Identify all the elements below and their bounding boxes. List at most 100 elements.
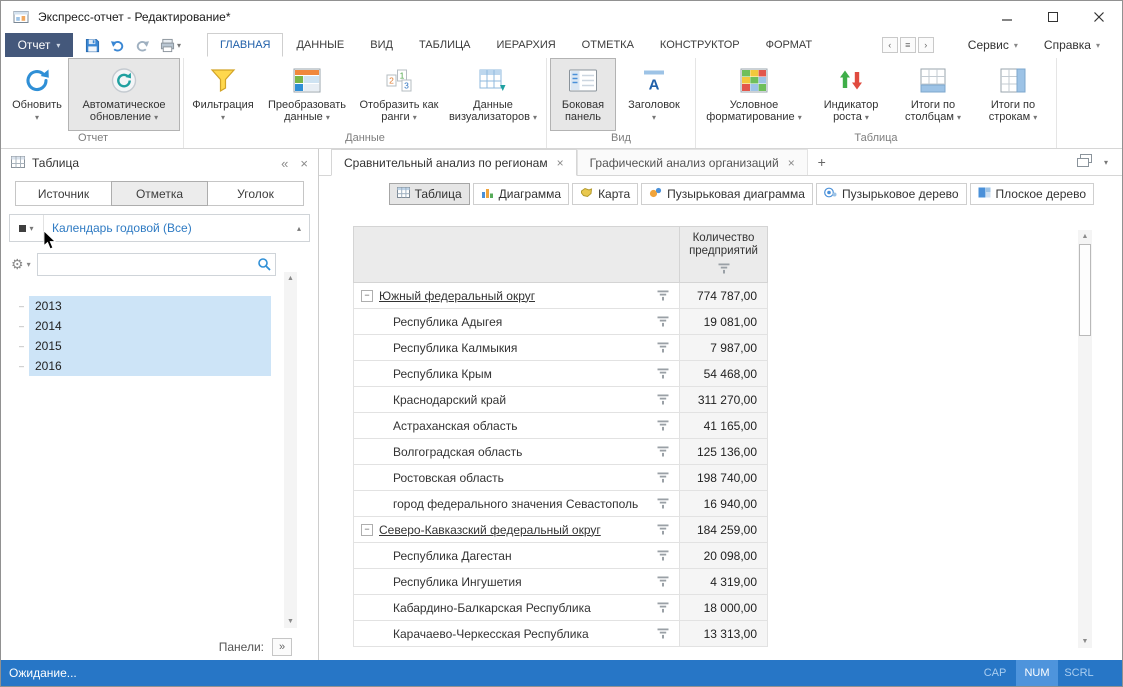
collapse-expander-icon[interactable]: − — [361, 524, 373, 536]
tab-vid[interactable]: ВИД — [357, 33, 406, 57]
list-item-year[interactable]: 2014 — [29, 316, 271, 336]
row-name[interactable]: Республика Калмыкия — [393, 341, 517, 355]
conditional-formatting-button[interactable]: Условное форматирование ▾ — [699, 58, 809, 131]
row-value[interactable]: 16 940,00 — [680, 491, 768, 517]
view-chart-button[interactable]: Диаграмма — [473, 183, 569, 205]
view-bubble-chart-button[interactable]: Пузырьковая диаграмма — [641, 183, 813, 205]
row-totals-button[interactable]: Итоги по строкам ▾ — [973, 58, 1053, 131]
tab-istochnik[interactable]: Источник — [15, 181, 112, 206]
collapse-panel-button[interactable]: « — [281, 157, 288, 170]
close-tab-icon[interactable]: × — [788, 156, 795, 170]
table-corner-cell[interactable] — [354, 227, 680, 283]
document-tab-regions[interactable]: Сравнительный анализ по регионам × — [331, 149, 577, 176]
row-value[interactable]: 4 319,00 — [680, 569, 768, 595]
row-name[interactable]: Краснодарский край — [393, 393, 506, 407]
row-value[interactable]: 54 468,00 — [680, 361, 768, 387]
tab-ierarhiya[interactable]: ИЕРАРХИЯ — [483, 33, 568, 57]
row-name[interactable]: Северо-Кавказский федеральный округ — [379, 523, 601, 537]
service-menu[interactable]: Сервис▾ — [958, 38, 1028, 52]
auto-refresh-button[interactable]: Автоматическое обновление ▾ — [68, 58, 180, 131]
table-row[interactable]: Волгоградская область 125 136,00 — [354, 439, 768, 465]
table-row[interactable]: Краснодарский край 311 270,00 — [354, 387, 768, 413]
row-value[interactable]: 184 259,00 — [680, 517, 768, 543]
row-name[interactable]: Ростовская область — [393, 471, 504, 485]
row-filter-icon[interactable] — [649, 472, 669, 483]
tab-list-dropdown-icon[interactable]: ▾ — [1104, 158, 1108, 167]
scrollbar-track[interactable] — [284, 285, 297, 615]
row-value[interactable]: 125 136,00 — [680, 439, 768, 465]
row-value[interactable]: 774 787,00 — [680, 283, 768, 309]
row-filter-icon[interactable] — [649, 524, 669, 535]
close-tab-icon[interactable]: × — [557, 156, 564, 170]
undo-button[interactable] — [110, 38, 125, 53]
refresh-button[interactable]: Обновить ▾ — [6, 58, 68, 131]
column-filter-icon[interactable] — [718, 263, 730, 277]
tab-otmetka-panel[interactable]: Отметка — [111, 181, 208, 206]
row-name[interactable]: город федерального значения Севастополь — [393, 497, 638, 511]
report-menu-button[interactable]: Отчет▾ — [5, 33, 73, 57]
tab-tablitsa[interactable]: ТАБЛИЦА — [406, 33, 484, 57]
table-row[interactable]: Республика Адыгея 19 081,00 — [354, 309, 768, 335]
row-value[interactable]: 19 081,00 — [680, 309, 768, 335]
sidebar-scrollbar[interactable]: ▲ ▼ — [284, 272, 297, 628]
collapse-expander-icon[interactable]: − — [361, 290, 373, 302]
value-column-header[interactable]: Количество предприятий — [680, 227, 768, 283]
ribbon-scroll-right-button[interactable]: › — [918, 37, 934, 53]
side-panel-button[interactable]: Боковая панель — [550, 58, 616, 131]
row-value[interactable]: 7 987,00 — [680, 335, 768, 361]
save-button[interactable] — [85, 38, 100, 53]
header-title-button[interactable]: A Заголовок ▾ — [616, 58, 692, 131]
row-name[interactable]: Южный федеральный округ — [379, 289, 535, 303]
tab-konstruktor[interactable]: КОНСТРУКТОР — [647, 33, 753, 57]
growth-indicator-button[interactable]: Индикатор роста ▾ — [809, 58, 893, 131]
list-item-year[interactable]: 2015 — [29, 336, 271, 356]
search-button[interactable] — [253, 257, 275, 271]
table-row[interactable]: Ростовская область 198 740,00 — [354, 465, 768, 491]
row-filter-icon[interactable] — [649, 316, 669, 327]
view-map-button[interactable]: Карта — [572, 183, 638, 205]
combo-dropdown-icon[interactable]: ▴ — [297, 224, 301, 233]
view-flat-tree-button[interactable]: Плоское дерево — [970, 183, 1094, 205]
tab-format[interactable]: ФОРМАТ — [753, 33, 826, 57]
minimize-button[interactable] — [984, 1, 1030, 33]
row-name[interactable]: Астраханская область — [393, 419, 517, 433]
table-row[interactable]: Карачаево-Черкесская Республика 13 313,0… — [354, 621, 768, 647]
table-row[interactable]: Республика Дагестан 20 098,00 — [354, 543, 768, 569]
row-value[interactable]: 41 165,00 — [680, 413, 768, 439]
scrollbar-track[interactable] — [1078, 337, 1092, 635]
settings-gear-button[interactable]: ⚙▾ — [9, 257, 37, 271]
print-button[interactable]: ▾ — [160, 38, 181, 53]
row-value[interactable]: 311 270,00 — [680, 387, 768, 413]
row-name[interactable]: Республика Дагестан — [393, 549, 512, 563]
row-value[interactable]: 198 740,00 — [680, 465, 768, 491]
document-tab-organizations[interactable]: Графический анализ организаций × — [577, 149, 808, 175]
panels-expand-button[interactable]: » — [272, 638, 292, 656]
row-name[interactable]: Республика Ингушетия — [393, 575, 522, 589]
row-filter-icon[interactable] — [649, 602, 669, 613]
row-filter-icon[interactable] — [649, 550, 669, 561]
dimension-combo[interactable]: ▾ Календарь годовой (Все) ▴ — [9, 214, 310, 242]
tab-glavnaya[interactable]: ГЛАВНАЯ — [207, 33, 283, 57]
row-name[interactable]: Волгоградская область — [393, 445, 522, 459]
table-row[interactable]: Республика Калмыкия 7 987,00 — [354, 335, 768, 361]
new-tab-button[interactable]: + — [808, 149, 836, 175]
scroll-up-icon[interactable]: ▲ — [1078, 230, 1092, 243]
close-button[interactable] — [1076, 1, 1122, 33]
row-name[interactable]: Республика Адыгея — [393, 315, 502, 329]
row-filter-icon[interactable] — [649, 498, 669, 509]
table-row[interactable]: Республика Ингушетия 4 319,00 — [354, 569, 768, 595]
table-row[interactable]: Республика Крым 54 468,00 — [354, 361, 768, 387]
row-filter-icon[interactable] — [649, 420, 669, 431]
row-value[interactable]: 13 313,00 — [680, 621, 768, 647]
row-filter-icon[interactable] — [649, 290, 669, 301]
scroll-down-icon[interactable]: ▼ — [284, 615, 297, 628]
scroll-up-icon[interactable]: ▲ — [284, 272, 297, 285]
list-item-year[interactable]: 2013 — [29, 296, 271, 316]
filtering-button[interactable]: Фильтрация ▾ — [187, 58, 259, 131]
transform-data-button[interactable]: Преобразовать данные ▾ — [259, 58, 355, 131]
column-totals-button[interactable]: Итоги по столбцам ▾ — [893, 58, 973, 131]
row-name[interactable]: Кабардино-Балкарская Республика — [393, 601, 591, 615]
help-menu[interactable]: Справка▾ — [1034, 38, 1110, 52]
row-filter-icon[interactable] — [649, 446, 669, 457]
show-as-ranks-button[interactable]: 2 1 3 Отобразить как ранги ▾ — [355, 58, 443, 131]
